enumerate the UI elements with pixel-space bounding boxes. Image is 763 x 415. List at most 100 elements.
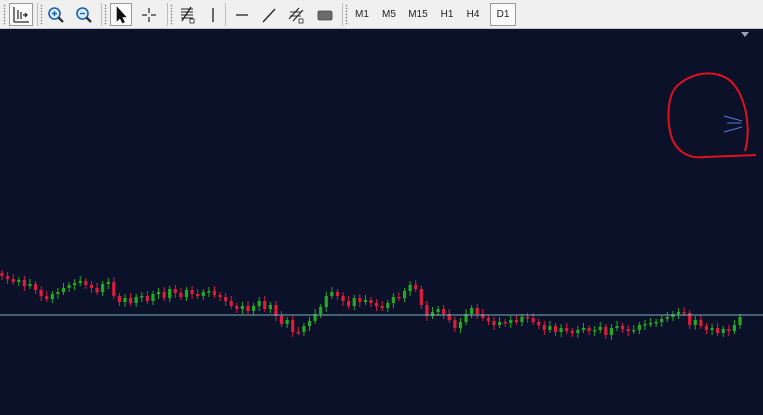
- timeframe-label: M1: [355, 9, 369, 20]
- bear-candle: [235, 306, 239, 309]
- bull-candle: [257, 301, 261, 306]
- chart-toolbar: M1 M5 M15 H1 H4 D1: [0, 0, 763, 29]
- timeframe-label: M15: [408, 9, 428, 20]
- bear-candle: [112, 282, 116, 296]
- rectangle-icon: [317, 10, 333, 20]
- bear-candle: [565, 328, 569, 331]
- bear-candle: [704, 326, 709, 330]
- bear-candle: [514, 320, 518, 322]
- bull-candle: [581, 328, 586, 330]
- hand-drawn-circle-annotation: [667, 72, 757, 159]
- bull-candle: [654, 322, 658, 324]
- zoom-out-icon: [76, 6, 92, 23]
- candlestick-chart-canvas[interactable]: [0, 29, 763, 415]
- horizontal-line-button[interactable]: [231, 3, 253, 26]
- bear-candle: [218, 295, 222, 297]
- toolbar-separator: [37, 3, 38, 26]
- toolbar-separator: [167, 3, 168, 26]
- bear-candle: [335, 292, 340, 296]
- bull-candle: [207, 291, 211, 293]
- timeframe-m5-button[interactable]: M5: [378, 3, 400, 26]
- bull-candle: [665, 317, 669, 319]
- bull-candle: [732, 325, 737, 331]
- toolbar-separator: [225, 3, 226, 26]
- timeframe-label: D1: [496, 9, 510, 20]
- toolbar-grip[interactable]: [104, 4, 107, 25]
- bull-candle: [285, 320, 289, 324]
- bear-candle: [358, 298, 362, 302]
- bear-candle: [570, 331, 574, 333]
- bear-candle: [492, 321, 496, 325]
- mini-trendlines: [723, 115, 743, 133]
- zoom-out-button[interactable]: [73, 3, 95, 26]
- bull-candle: [134, 297, 138, 303]
- trendline-icon: [262, 8, 276, 22]
- bull-candle: [548, 326, 552, 330]
- timeframe-m1-button[interactable]: M1: [351, 3, 373, 26]
- toolbar-grip[interactable]: [345, 4, 348, 25]
- chart-shift-button[interactable]: [9, 3, 33, 26]
- bull-candle: [251, 306, 256, 311]
- bull-candle: [352, 298, 356, 306]
- timeframe-label: M5: [382, 9, 396, 20]
- bull-candle: [56, 292, 60, 294]
- bear-candle: [89, 285, 94, 288]
- crosshair-button[interactable]: [138, 3, 160, 26]
- trendline-button[interactable]: [258, 3, 280, 26]
- bear-candle: [196, 294, 200, 296]
- bear-candle: [587, 328, 591, 331]
- bear-candle: [45, 296, 49, 299]
- bull-candle: [458, 322, 463, 328]
- bull-candle: [123, 298, 127, 302]
- bear-candle: [525, 317, 530, 319]
- equidistant-channel-button[interactable]: [285, 3, 307, 26]
- bear-candle: [414, 285, 418, 289]
- toolbar-grip[interactable]: [40, 4, 43, 25]
- bear-candle: [263, 301, 267, 309]
- bull-candle: [307, 321, 312, 326]
- timeframe-h1-button[interactable]: H1: [436, 3, 458, 26]
- bear-candle: [117, 296, 122, 302]
- zoom-in-button[interactable]: [45, 3, 67, 26]
- bear-candle: [397, 297, 401, 299]
- timeframe-m15-button[interactable]: M15: [405, 3, 431, 26]
- bull-candle: [28, 284, 32, 286]
- toolbar-grip[interactable]: [3, 4, 6, 25]
- bull-candle: [637, 325, 641, 330]
- bull-candle: [721, 329, 725, 333]
- vertical-line-icon: [212, 7, 214, 22]
- timeframe-d1-button[interactable]: D1: [490, 3, 516, 26]
- price-chart[interactable]: [0, 29, 763, 415]
- bull-candle: [436, 309, 440, 312]
- bull-candle: [101, 284, 105, 292]
- bear-candle: [162, 292, 166, 298]
- fibonacci-button[interactable]: [176, 3, 198, 26]
- bear-candle: [274, 305, 278, 316]
- bear-candle: [699, 320, 703, 326]
- bear-candle: [11, 279, 15, 282]
- bear-candle: [475, 308, 479, 314]
- bull-candle: [402, 291, 407, 298]
- rectangle-button[interactable]: [313, 3, 337, 26]
- bear-candle: [22, 280, 26, 286]
- bear-candle: [374, 303, 379, 306]
- bear-candle: [84, 281, 88, 285]
- bull-candle: [470, 308, 474, 314]
- cursor-button[interactable]: [110, 3, 132, 26]
- bull-candle: [168, 289, 172, 298]
- bear-candle: [419, 289, 423, 305]
- bull-candle: [302, 326, 306, 332]
- bear-candle: [453, 320, 457, 328]
- bull-candle: [660, 319, 664, 322]
- bear-candle: [212, 291, 217, 295]
- candles-group: [0, 270, 742, 340]
- timeframe-h4-button[interactable]: H4: [462, 3, 484, 26]
- chart-shift-marker-icon[interactable]: [741, 32, 749, 37]
- bear-candle: [296, 332, 300, 334]
- bull-candle: [67, 285, 71, 288]
- bull-candle: [497, 322, 502, 325]
- toolbar-grip[interactable]: [170, 4, 173, 25]
- bear-candle: [33, 284, 38, 290]
- bear-candle: [341, 296, 345, 301]
- vertical-line-button[interactable]: [203, 3, 223, 26]
